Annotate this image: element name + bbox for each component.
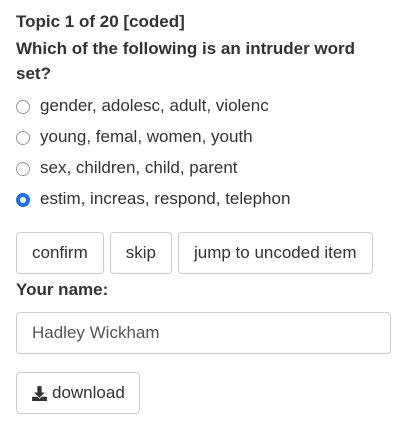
topic-status: Topic 1 of 20 [coded] <box>16 12 185 31</box>
option-label: estim, increas, respond, telephon <box>40 188 291 208</box>
coding-panel: Topic 1 of 20 [coded] Which of the follo… <box>0 0 402 414</box>
name-label: Your name: <box>16 280 109 299</box>
radio-button[interactable] <box>16 130 30 145</box>
jump-to-uncoded-button[interactable]: jump to uncoded item <box>177 232 373 274</box>
download-label: download <box>52 383 125 402</box>
name-input[interactable] <box>16 312 391 354</box>
radio-button[interactable] <box>16 99 30 114</box>
option-2[interactable]: young, femal, women, youth <box>16 122 402 153</box>
radio-button-selected[interactable] <box>16 192 30 207</box>
confirm-button[interactable]: confirm <box>16 232 104 274</box>
download-button[interactable]: download <box>16 372 140 414</box>
radio-button[interactable] <box>16 161 30 176</box>
option-3[interactable]: sex, children, child, parent <box>16 153 402 184</box>
question-text: Which of the following is an intruder wo… <box>16 39 356 83</box>
option-label: gender, adolesc, adult, violenc <box>40 95 269 115</box>
option-label: young, femal, women, youth <box>40 126 253 146</box>
option-label: sex, children, child, parent <box>40 157 238 177</box>
download-icon <box>31 385 48 402</box>
option-1[interactable]: gender, adolesc, adult, violenc <box>16 91 402 122</box>
action-buttons: confirm skip jump to uncoded item <box>16 232 402 274</box>
answer-options: gender, adolesc, adult, violenc young, f… <box>16 91 402 215</box>
skip-button[interactable]: skip <box>109 232 172 274</box>
option-4[interactable]: estim, increas, respond, telephon <box>16 184 402 215</box>
